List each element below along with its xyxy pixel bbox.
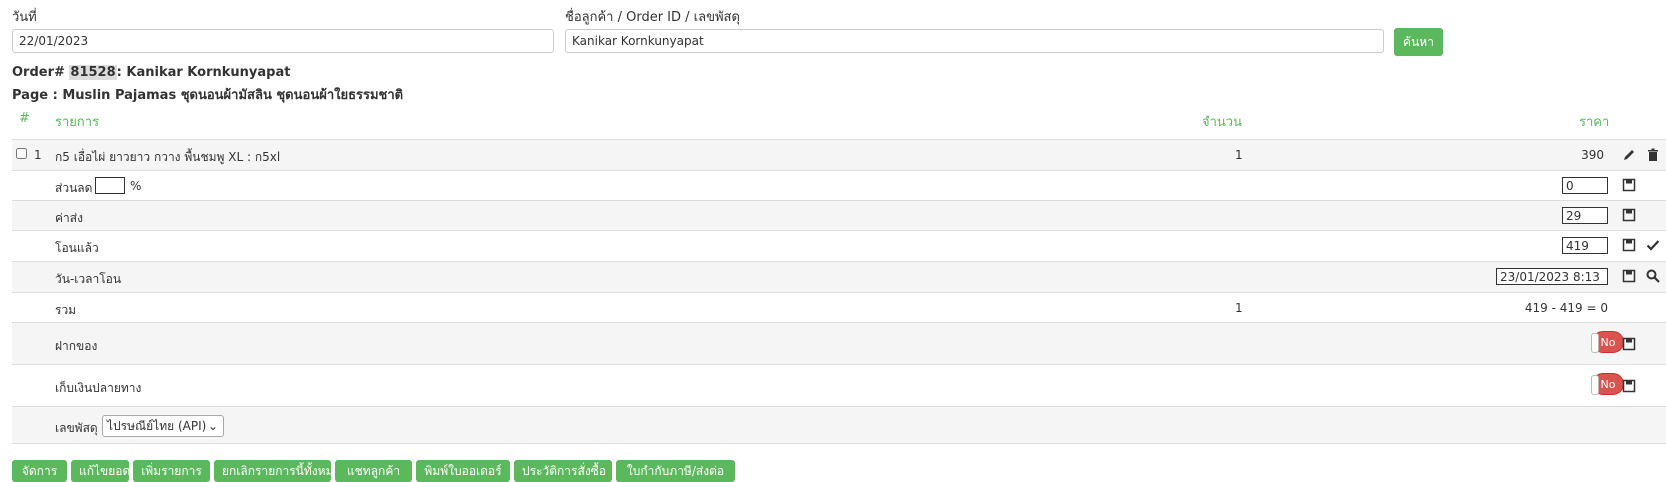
search-icon[interactable] (1646, 269, 1660, 283)
order-id: 81528 (69, 65, 117, 80)
save-icon[interactable] (1622, 178, 1636, 192)
deposit-row: ฝากของ No (12, 322, 1666, 364)
carrier-selected: ไปรษณีย์ไทย (API) (107, 419, 207, 433)
action-button-add-item[interactable]: เพิ่มรายการ (133, 460, 210, 482)
action-button-history[interactable]: ประวัติการสั่งซื้อ (514, 460, 612, 482)
row-price: 390 (1581, 148, 1604, 162)
transfer-time-input[interactable] (1496, 268, 1608, 285)
action-button-print[interactable]: พิมพ์ใบออเดอร์ (416, 460, 510, 482)
total-row: รวม 1 419 - 419 = 0 (12, 292, 1666, 322)
save-icon[interactable] (1622, 337, 1636, 351)
order-customer: : Kanikar Kornkunyapat (116, 65, 291, 80)
transferred-row: โอนแล้ว (12, 230, 1666, 261)
deposit-toggle[interactable]: No (1591, 331, 1624, 353)
cod-row: เก็บเงินปลายทาง No (12, 364, 1666, 406)
action-button-chat[interactable]: แชทลูกค้า (335, 460, 412, 482)
cod-toggle[interactable]: No (1591, 373, 1624, 395)
shipping-row: ค่าส่ง (12, 200, 1666, 230)
tracking-label: เลขพัสดุ (55, 421, 98, 435)
cod-label: เก็บเงินปลายทาง (55, 381, 142, 395)
header-qty: จำนวน (1202, 115, 1242, 130)
chevron-down-icon: ⌄ (207, 419, 218, 433)
edit-icon[interactable] (1622, 148, 1636, 162)
date-label: วันที่ (12, 10, 37, 25)
total-value: 419 - 419 = 0 (1524, 301, 1608, 315)
header-price: ราคา (1579, 115, 1610, 130)
save-icon[interactable] (1622, 238, 1636, 252)
row-item-name: ก5 เอื่อไผ่ ยาวยาว กวาง พื้นชมพู XL : ก5… (55, 150, 281, 164)
action-button-invoice[interactable]: ใบกำกับภาษี/ส่งต่อ (616, 460, 735, 482)
row-qty: 1 (1235, 148, 1243, 162)
table-row: 1 ก5 เอื่อไผ่ ยาวยาว กวาง พื้นชมพู XL : … (12, 139, 1666, 170)
discount-input[interactable] (1562, 177, 1608, 194)
transfer-time-row: วัน-เวลาโอน (12, 261, 1666, 292)
save-icon[interactable] (1622, 208, 1636, 222)
row-checkbox[interactable] (16, 148, 27, 159)
order-prefix: Order# (12, 65, 65, 80)
discount-row: ส่วนลด % (12, 170, 1666, 200)
save-icon[interactable] (1622, 269, 1636, 283)
check-icon[interactable] (1646, 238, 1660, 252)
search-label: ชื่อลูกค้า / Order ID / เลขพัสดุ (565, 10, 740, 25)
save-icon[interactable] (1622, 379, 1636, 393)
tracking-row: เลขพัสดุ ไปรษณีย์ไทย (API) ⌄ (12, 406, 1666, 444)
total-qty: 1 (1235, 301, 1243, 315)
date-input[interactable] (12, 29, 554, 53)
order-page: Page : Muslin Pajamas ชุดนอนผ้ามัสลิน ชุ… (12, 88, 404, 103)
discount-percent-input[interactable] (95, 177, 125, 194)
total-label: รวม (55, 303, 77, 317)
action-button-edit-amount[interactable]: แก้ไขยอด (71, 460, 129, 482)
deposit-label: ฝากของ (55, 339, 98, 353)
carrier-select[interactable]: ไปรษณีย์ไทย (API) ⌄ (102, 415, 224, 437)
percent-sign: % (130, 179, 142, 193)
trash-icon[interactable] (1646, 148, 1660, 162)
search-button[interactable]: ค้นหา (1394, 28, 1443, 56)
order-title: Order# 81528: Kanikar Kornkunyapat (12, 65, 290, 80)
header-index: # (19, 111, 30, 126)
shipping-input[interactable] (1562, 207, 1608, 224)
shipping-label: ค่าส่ง (55, 211, 83, 225)
action-button-manage[interactable]: จัดการ (12, 460, 67, 482)
transfer-time-label: วัน-เวลาโอน (55, 272, 122, 286)
search-input[interactable] (565, 29, 1384, 53)
transferred-input[interactable] (1562, 237, 1608, 254)
row-index: 1 (34, 148, 42, 162)
action-button-cancel-all[interactable]: ยกเลิกรายการนี้ทั้งหมด (214, 460, 331, 482)
discount-label: ส่วนลด (55, 181, 93, 195)
header-item: รายการ (55, 115, 100, 130)
transferred-label: โอนแล้ว (55, 241, 99, 255)
